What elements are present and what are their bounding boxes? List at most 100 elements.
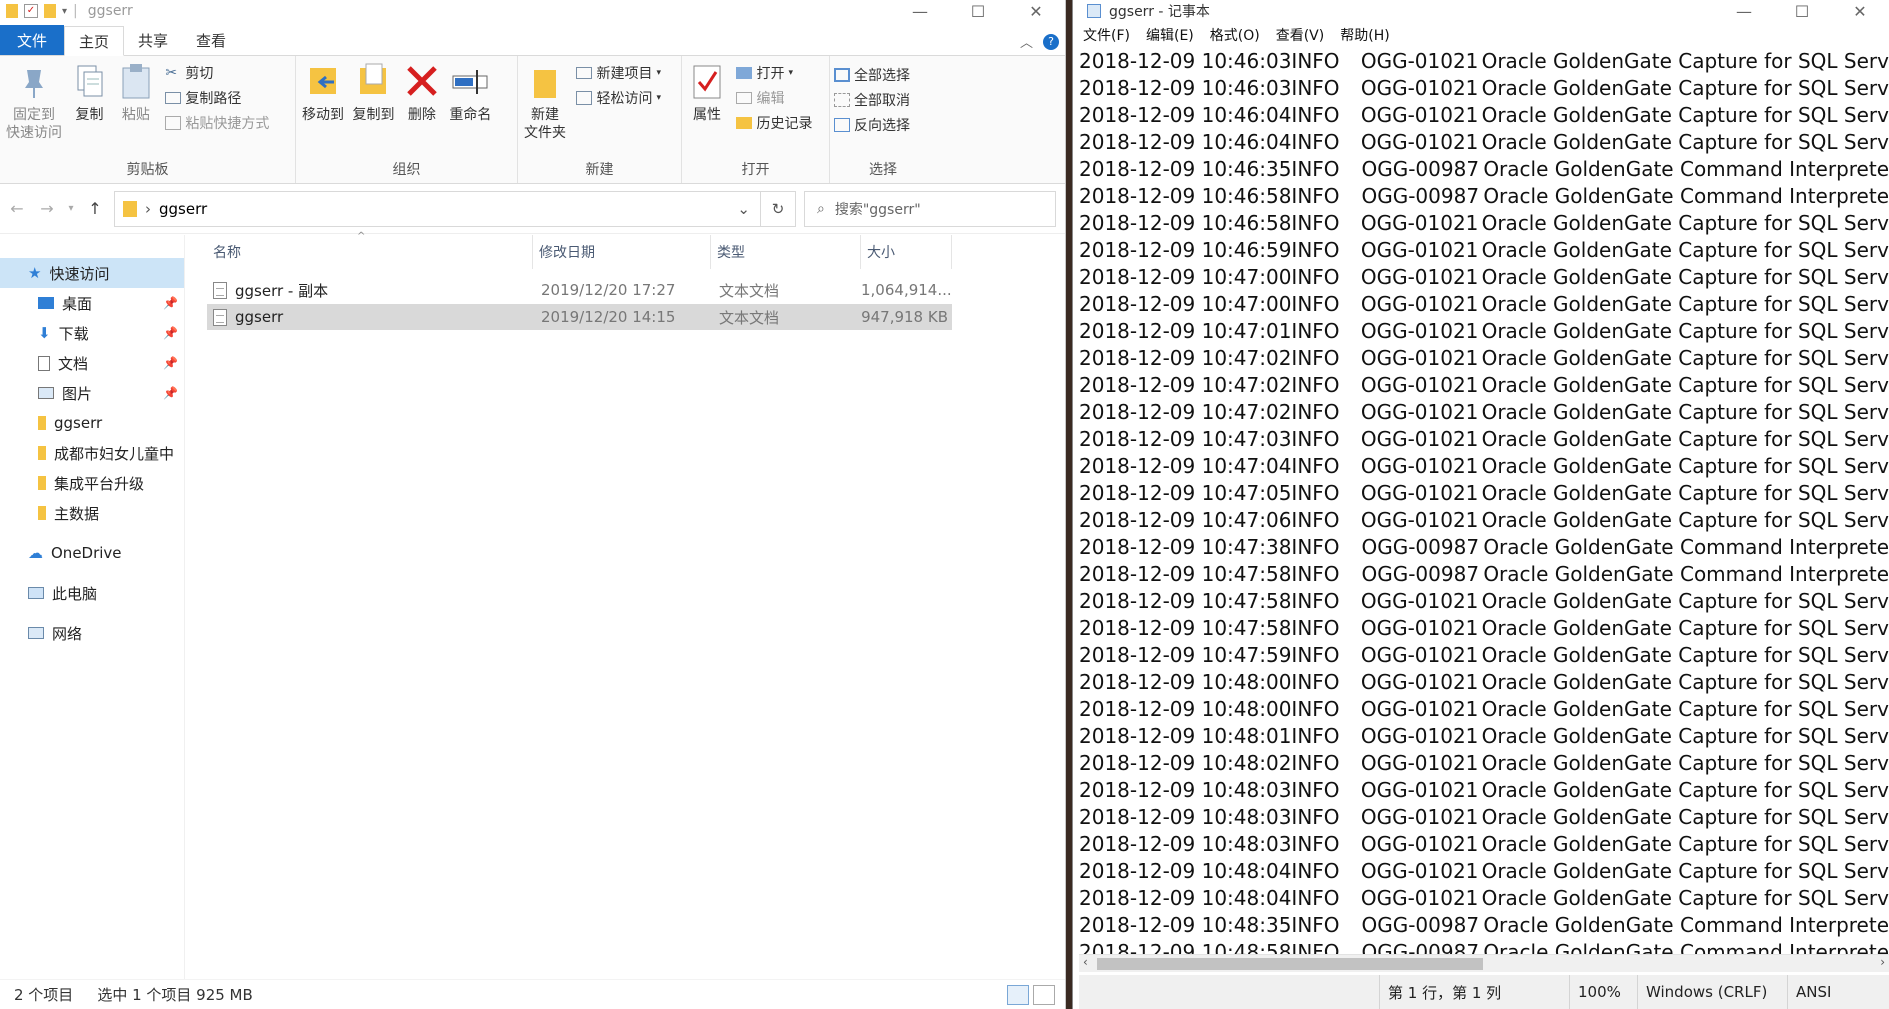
menu-edit[interactable]: 编辑(E) [1146, 25, 1194, 45]
minimize-button[interactable]: — [1715, 0, 1773, 22]
file-row-selected[interactable]: ggserr 2019/12/20 14:15 文本文档 947,918 KB [207, 304, 952, 330]
log-level: INFO [1291, 265, 1340, 289]
copy-to-button[interactable]: 复制到 [352, 62, 394, 124]
copy-path-button[interactable]: 复制路径 [165, 87, 269, 108]
nav-item-desktop[interactable]: 桌面 📌 [0, 288, 184, 318]
notepad-statusbar: 第 1 行，第 1 列 100% Windows (CRLF) ANSI [1079, 975, 1889, 1009]
copy-button[interactable]: 复制 [70, 62, 108, 124]
collapse-ribbon-icon[interactable]: ︿ [1020, 32, 1033, 51]
tab-view[interactable]: 查看 [182, 25, 240, 55]
cut-button[interactable]: ✂ 剪切 [165, 62, 269, 83]
column-type[interactable]: 类型 [711, 235, 861, 269]
maximize-button[interactable]: ☐ [949, 0, 1007, 22]
address-dropdown-icon[interactable]: ⌄ [737, 200, 750, 218]
menu-file[interactable]: 文件(F) [1083, 25, 1130, 45]
nav-quick-access[interactable]: ★ 快速访问 [0, 258, 184, 288]
scroll-left-icon[interactable]: ‹ [1083, 955, 1088, 969]
rename-button[interactable]: 重命名 [449, 62, 491, 124]
log-code: OGG-01021 [1360, 319, 1479, 343]
log-level: INFO [1291, 76, 1340, 100]
scroll-thumb[interactable] [1097, 958, 1483, 970]
edit-button[interactable]: 编辑 [736, 87, 812, 108]
select-none-button[interactable]: 全部取消 [834, 89, 910, 110]
ribbon-group-new: 新建 文件夹 新建项目 ▾ 轻松访问 ▾ 新建 [518, 56, 682, 183]
easy-access-button[interactable]: 轻松访问 ▾ [576, 87, 661, 108]
dropdown-arrow-icon: ▾ [656, 92, 661, 103]
explorer-title: ggserr [87, 3, 133, 19]
customize-dropdown-icon[interactable]: ▾ [62, 6, 67, 17]
log-line: 2018-12-09 10:46:04 INFO OGG-01021 Oracle G… [1079, 102, 1889, 129]
minimize-button[interactable]: — [891, 0, 949, 22]
log-level: INFO [1291, 724, 1340, 748]
tab-home[interactable]: 主页 [64, 26, 125, 56]
new-item-button[interactable]: 新建项目 ▾ [576, 62, 661, 83]
breadcrumb-chevron-icon[interactable]: › [145, 200, 151, 218]
paste-shortcut-button[interactable]: 粘贴快捷方式 [165, 112, 269, 133]
menu-view[interactable]: 查看(V) [1276, 25, 1325, 45]
properties-button[interactable]: 属性 [688, 62, 726, 124]
nav-this-pc[interactable]: 此电脑 [0, 578, 184, 608]
folder-icon [38, 446, 46, 460]
log-level: INFO [1291, 670, 1340, 694]
properties-icon[interactable]: ✓ [24, 4, 38, 18]
history-button[interactable]: 历史记录 [736, 112, 812, 133]
pin-quick-access-button[interactable]: 固定到 快速访问 [6, 62, 62, 142]
open-button[interactable]: 打开 ▾ [736, 62, 812, 83]
file-row[interactable]: ggserr - 副本 2019/12/20 17:27 文本文档 1,064,… [207, 277, 952, 303]
scroll-right-icon[interactable]: › [1880, 955, 1885, 969]
nav-item-downloads[interactable]: ⬇ 下载 📌 [0, 318, 184, 348]
details-view-icon[interactable] [1007, 985, 1029, 1005]
new-folder-icon[interactable] [44, 4, 56, 18]
back-arrow-icon[interactable]: ← [6, 199, 28, 218]
nav-item-chengdu[interactable]: 成都市妇女儿童中 [0, 438, 184, 468]
close-button[interactable]: ✕ [1007, 0, 1065, 22]
menu-format[interactable]: 格式(O) [1210, 25, 1260, 45]
log-line: 2018-12-09 10:47:01 INFO OGG-01021 Oracle G… [1079, 318, 1889, 345]
paste-button[interactable]: 粘贴 [117, 62, 155, 124]
tab-file[interactable]: 文件 [0, 25, 64, 55]
organize-group-label: 组织 [392, 162, 421, 178]
log-line: 2018-12-09 10:48:04 INFO OGG-01021 Oracle G… [1079, 885, 1889, 912]
up-arrow-icon[interactable]: ↑ [84, 199, 106, 218]
log-code: OGG-01021 [1360, 346, 1479, 370]
maximize-button[interactable]: ☐ [1773, 0, 1831, 22]
new-folder-button[interactable]: 新建 文件夹 [524, 62, 566, 142]
notepad-text-area[interactable]: 2018-12-09 10:46:03 INFO OGG-01021 Oracle G… [1079, 48, 1889, 954]
log-message: Oracle GoldenGate Capture for SQL Serv [1481, 832, 1889, 856]
new-item-icon [576, 66, 593, 79]
tab-share[interactable]: 共享 [124, 25, 182, 55]
nav-item-documents[interactable]: 文档 📌 [0, 348, 184, 378]
refresh-icon[interactable]: ↻ [760, 190, 796, 227]
menu-help[interactable]: 帮助(H) [1340, 25, 1389, 45]
nav-item-pictures[interactable]: 图片 📌 [0, 378, 184, 408]
help-icon[interactable]: ? [1043, 33, 1059, 50]
address-box[interactable]: › ggserr ⌄ [114, 190, 761, 227]
search-input[interactable]: ⌕ 搜索"ggserr" [804, 190, 1056, 227]
breadcrumb[interactable]: ggserr [159, 200, 207, 218]
nav-item-master-data[interactable]: 主数据 [0, 498, 184, 528]
log-level: INFO [1291, 697, 1340, 721]
nav-onedrive[interactable]: ☁ OneDrive [0, 538, 184, 568]
select-small-buttons: 全部选择 全部取消 反向选择 [834, 64, 910, 135]
log-timestamp: 2018-12-09 10:48:00 [1079, 697, 1292, 721]
log-message: Oracle GoldenGate Capture for SQL Serv [1481, 427, 1889, 451]
recent-locations-icon[interactable]: ▾ [66, 203, 76, 214]
log-message: Oracle GoldenGate Capture for SQL Serv [1481, 778, 1889, 802]
large-icons-view-icon[interactable] [1033, 985, 1055, 1005]
column-name[interactable]: 名称 [207, 235, 533, 269]
delete-button[interactable]: 删除 [403, 62, 441, 124]
forward-arrow-icon[interactable]: → [36, 199, 58, 218]
nav-item-ggserr[interactable]: ggserr [0, 408, 184, 438]
window-controls: — ☐ ✕ [891, 0, 1065, 22]
horizontal-scrollbar[interactable]: ‹ › [1079, 954, 1889, 972]
nav-item-integration[interactable]: 集成平台升级 [0, 468, 184, 498]
move-to-button[interactable]: 移动到 [302, 62, 344, 124]
close-button[interactable]: ✕ [1831, 0, 1889, 22]
scissors-icon: ✂ [165, 64, 178, 81]
log-timestamp: 2018-12-09 10:46:04 [1079, 130, 1292, 154]
invert-selection-button[interactable]: 反向选择 [834, 114, 910, 135]
column-modified[interactable]: 修改日期 [533, 235, 711, 269]
select-all-button[interactable]: 全部选择 [834, 64, 910, 85]
nav-network[interactable]: 网络 [0, 618, 184, 648]
column-size[interactable]: 大小 [861, 235, 952, 269]
